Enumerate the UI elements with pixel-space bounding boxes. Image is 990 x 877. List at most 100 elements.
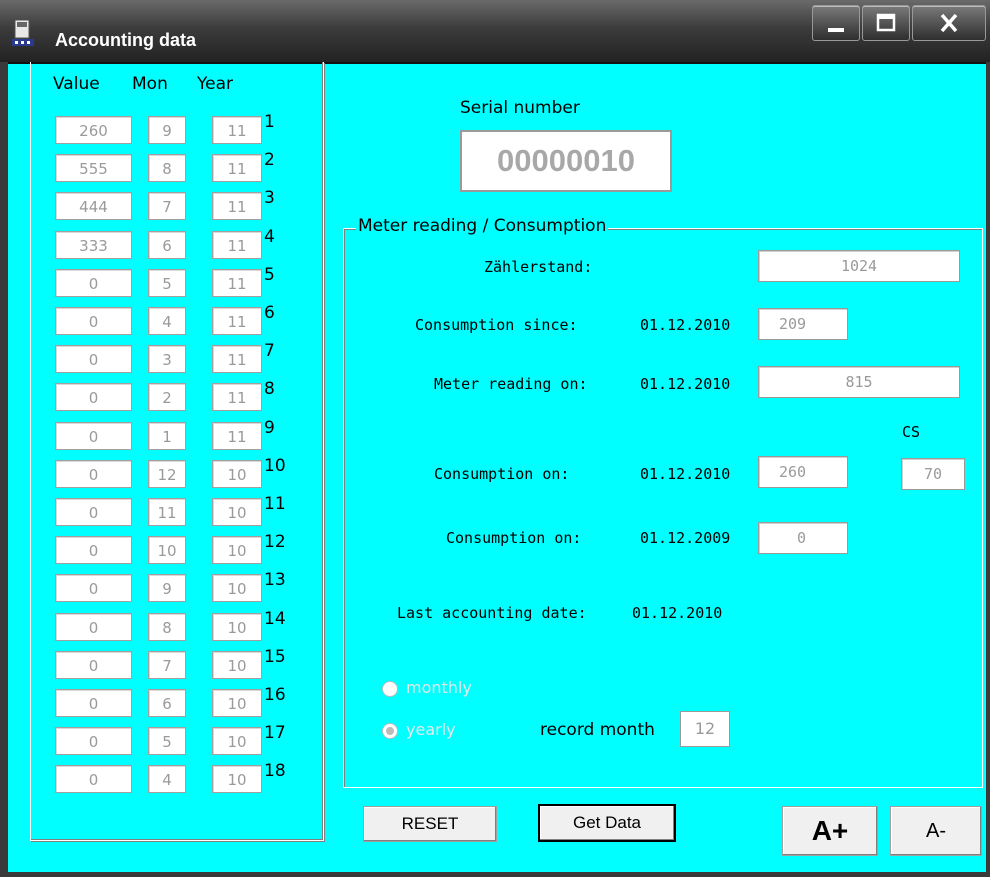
month-field[interactable]: 8 xyxy=(148,613,186,641)
value-field[interactable]: 0 xyxy=(55,689,132,717)
year-field[interactable]: 10 xyxy=(212,613,262,641)
month-field[interactable]: 6 xyxy=(148,689,186,717)
monthly-radio[interactable] xyxy=(382,681,398,697)
consumption-on-label-2: Consumption on: xyxy=(446,529,582,547)
month-field[interactable]: 9 xyxy=(148,574,186,602)
month-column-header: Mon xyxy=(132,74,168,94)
month-field[interactable]: 7 xyxy=(148,651,186,679)
value-field[interactable]: 0 xyxy=(55,613,132,641)
month-field[interactable]: 6 xyxy=(148,231,186,259)
cs-field[interactable]: 70 xyxy=(901,458,965,490)
value-field[interactable]: 260 xyxy=(55,116,132,144)
title-bar[interactable]: Accounting data xyxy=(0,0,990,64)
year-field[interactable]: 11 xyxy=(212,231,262,259)
year-field[interactable]: 10 xyxy=(212,727,262,755)
decrease-font-button[interactable]: A- xyxy=(890,806,982,856)
increase-font-button[interactable]: A+ xyxy=(782,806,878,856)
zaehlerstand-label: Zählerstand: xyxy=(484,258,593,276)
value-field[interactable]: 0 xyxy=(55,460,132,488)
value-field[interactable]: 0 xyxy=(55,307,132,335)
consumption-on-field-2[interactable]: 0 xyxy=(758,522,848,554)
year-field[interactable]: 11 xyxy=(212,422,262,450)
month-field[interactable]: 2 xyxy=(148,383,186,411)
minimize-button[interactable] xyxy=(812,5,860,41)
yearly-radio[interactable] xyxy=(382,723,398,739)
month-field[interactable]: 4 xyxy=(148,765,186,793)
row-number: 9 xyxy=(264,418,275,438)
value-field[interactable]: 0 xyxy=(55,536,132,564)
value-field[interactable]: 0 xyxy=(55,765,132,793)
month-field[interactable]: 5 xyxy=(148,269,186,297)
window-frame-right xyxy=(986,62,990,877)
maximize-button[interactable] xyxy=(862,5,910,41)
month-field[interactable]: 11 xyxy=(148,498,186,526)
month-field[interactable]: 10 xyxy=(148,536,186,564)
value-field[interactable]: 444 xyxy=(55,192,132,220)
window-title: Accounting data xyxy=(55,30,197,50)
value-field[interactable]: 0 xyxy=(55,727,132,755)
row-number: 1 xyxy=(264,112,275,132)
zaehlerstand-field[interactable]: 1024 xyxy=(758,250,960,282)
value-field[interactable]: 0 xyxy=(55,574,132,602)
value-field[interactable]: 0 xyxy=(55,498,132,526)
value-field[interactable]: 0 xyxy=(55,269,132,297)
month-field[interactable]: 4 xyxy=(148,307,186,335)
year-field[interactable]: 10 xyxy=(212,498,262,526)
row-number: 3 xyxy=(264,188,275,208)
row-number: 8 xyxy=(264,379,275,399)
month-field[interactable]: 9 xyxy=(148,116,186,144)
month-field[interactable]: 3 xyxy=(148,345,186,373)
get-data-button[interactable]: Get Data xyxy=(538,804,676,842)
consumption-on-date-2: 01.12.2009 xyxy=(640,529,731,547)
year-field[interactable]: 11 xyxy=(212,307,262,335)
meter-reading-field[interactable]: 815 xyxy=(758,366,960,398)
record-month-label: record month xyxy=(540,720,655,740)
year-field[interactable]: 10 xyxy=(212,651,262,679)
row-number: 14 xyxy=(264,609,286,629)
year-field[interactable]: 10 xyxy=(212,536,262,564)
year-field[interactable]: 11 xyxy=(212,192,262,220)
consumption-since-field[interactable]: 209 xyxy=(758,308,848,340)
year-field[interactable]: 10 xyxy=(212,689,262,717)
value-column-header: Value xyxy=(53,74,100,94)
month-field[interactable]: 7 xyxy=(148,192,186,220)
year-field[interactable]: 11 xyxy=(212,345,262,373)
year-column-header: Year xyxy=(197,74,233,94)
month-field[interactable]: 5 xyxy=(148,727,186,755)
year-field[interactable]: 10 xyxy=(212,765,262,793)
meter-reading-on-label: Meter reading on: xyxy=(434,375,588,393)
monthly-label: monthly xyxy=(406,678,472,697)
year-field[interactable]: 11 xyxy=(212,116,262,144)
year-field[interactable]: 11 xyxy=(212,383,262,411)
month-field[interactable]: 8 xyxy=(148,154,186,182)
serial-number-field[interactable]: 00000010 xyxy=(460,130,672,192)
year-field[interactable]: 11 xyxy=(212,269,262,297)
close-icon xyxy=(940,13,958,33)
meter-reading-group xyxy=(343,228,983,788)
last-accounting-date-value: 01.12.2010 xyxy=(632,604,723,622)
meter-reading-legend: Meter reading / Consumption xyxy=(356,216,609,236)
consumption-since-date: 01.12.2010 xyxy=(640,316,731,334)
month-field[interactable]: 12 xyxy=(148,460,186,488)
yearly-label: yearly xyxy=(406,720,456,739)
value-field[interactable]: 0 xyxy=(55,383,132,411)
row-number: 15 xyxy=(264,647,286,667)
year-field[interactable]: 11 xyxy=(212,154,262,182)
value-field[interactable]: 0 xyxy=(55,651,132,679)
row-number: 18 xyxy=(264,761,286,781)
year-field[interactable]: 10 xyxy=(212,460,262,488)
year-field[interactable]: 10 xyxy=(212,574,262,602)
reset-button[interactable]: RESET xyxy=(363,806,497,842)
row-number: 13 xyxy=(264,570,286,590)
consumption-since-label: Consumption since: xyxy=(415,316,578,334)
record-month-field[interactable]: 12 xyxy=(680,711,730,747)
value-field[interactable]: 0 xyxy=(55,422,132,450)
minimize-icon xyxy=(828,28,844,32)
value-field[interactable]: 333 xyxy=(55,231,132,259)
close-button[interactable] xyxy=(912,5,986,41)
value-field[interactable]: 555 xyxy=(55,154,132,182)
row-number: 2 xyxy=(264,150,275,170)
month-field[interactable]: 1 xyxy=(148,422,186,450)
consumption-on-field-1[interactable]: 260 xyxy=(758,456,848,488)
value-field[interactable]: 0 xyxy=(55,345,132,373)
